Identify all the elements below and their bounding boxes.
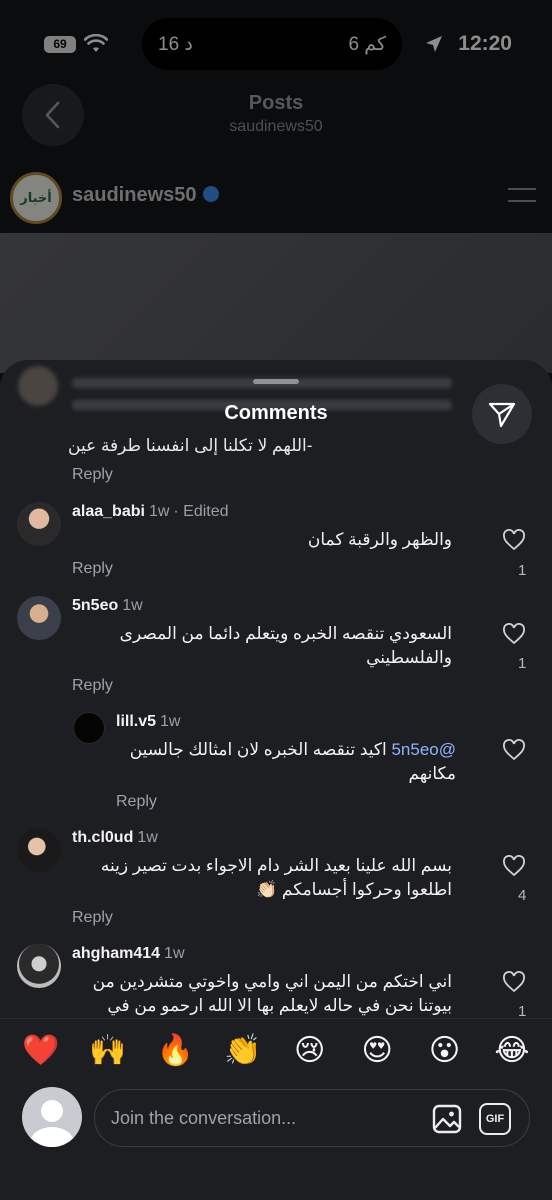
current-user-avatar[interactable] (22, 1087, 82, 1147)
comment-text: بسم الله علينا بعيد الشر دام الاجواء بدت… (100, 856, 452, 899)
emoji-heart-eyes[interactable]: 😍 (359, 1033, 395, 1068)
avatar[interactable] (17, 502, 61, 546)
heart-icon[interactable] (502, 529, 526, 551)
default-avatar-icon (30, 1100, 74, 1147)
send-icon (488, 402, 516, 428)
comment-composer-panel: ❤️ 🙌 🔥 👏 😢 😍 😮 😂 GIF (0, 1018, 552, 1200)
heart-icon[interactable] (502, 855, 526, 877)
emoji-surprised[interactable]: 😮 (427, 1033, 463, 1068)
reply-button[interactable]: Reply (72, 466, 113, 484)
emoji-laughing[interactable]: 😂 (494, 1033, 530, 1068)
quick-emoji-bar: ❤️ 🙌 🔥 👏 😢 😍 😮 😂 (22, 1033, 530, 1068)
comment-text: السعودي تنقصه الخبره ويتعلم دائما من الم… (119, 624, 452, 667)
image-icon[interactable] (431, 1103, 463, 1135)
comment-text: اني اختكم من اليمن اني وامي واخوتي متشرد… (92, 972, 452, 1015)
emoji-heart[interactable]: ❤️ (22, 1033, 59, 1068)
avatar[interactable] (73, 712, 105, 744)
drag-handle[interactable] (253, 379, 299, 384)
reply-button[interactable]: Reply (72, 909, 113, 927)
reply-button[interactable]: Reply (116, 793, 157, 811)
comment-input[interactable] (111, 1090, 411, 1146)
reply-text: @5n5eo اكيد تنقصه الخبره لان امثالك جالس… (116, 738, 456, 786)
emoji-fire[interactable]: 🔥 (157, 1033, 194, 1068)
username[interactable]: th.cl0ud (72, 829, 133, 846)
mention-link[interactable]: @5n5eo (391, 740, 456, 759)
emoji-clap[interactable]: 👏 (224, 1033, 261, 1068)
blurred-avatar (18, 366, 58, 406)
comment-input-box[interactable]: GIF (94, 1089, 530, 1147)
avatar[interactable] (17, 828, 61, 872)
comment-header: lill.v5 1w (116, 713, 180, 731)
heart-icon[interactable] (502, 739, 526, 761)
previous-comment-text: -اللهم لا تكلنا إلى انفسنا طرفة عين (68, 436, 313, 455)
username[interactable]: 5n5eo (72, 597, 118, 614)
username[interactable]: alaa_babi (72, 503, 145, 520)
heart-icon[interactable] (502, 623, 526, 645)
reply-button[interactable]: Reply (72, 677, 113, 695)
username[interactable]: lill.v5 (116, 713, 156, 730)
comment-header: th.cl0ud 1w (72, 829, 158, 847)
timestamp: 1w (160, 713, 181, 730)
comment-header: 5n5eo 1w (72, 597, 143, 615)
timestamp: 1w (137, 829, 158, 846)
reply-button[interactable]: Reply (72, 560, 113, 578)
username[interactable]: ahgham414 (72, 945, 160, 962)
gif-button[interactable]: GIF (479, 1103, 511, 1135)
timestamp: 1w (148, 503, 170, 520)
avatar[interactable] (17, 944, 61, 988)
share-button[interactable] (472, 384, 532, 444)
comment-text: والظهر والرقبة كمان (307, 530, 452, 549)
comment-header: ahgham414 1w (72, 945, 185, 963)
heart-icon[interactable] (502, 971, 526, 993)
avatar[interactable] (17, 596, 61, 640)
timestamp: 1w (164, 945, 185, 962)
emoji-raised-hands[interactable]: 🙌 (89, 1033, 126, 1068)
sheet-title: Comments (224, 402, 328, 424)
emoji-crying[interactable]: 😢 (292, 1033, 328, 1068)
comment-header: alaa_babi 1w · Edited (72, 503, 229, 521)
timestamp: 1w (122, 597, 143, 614)
edited-label: · Edited (173, 503, 229, 520)
